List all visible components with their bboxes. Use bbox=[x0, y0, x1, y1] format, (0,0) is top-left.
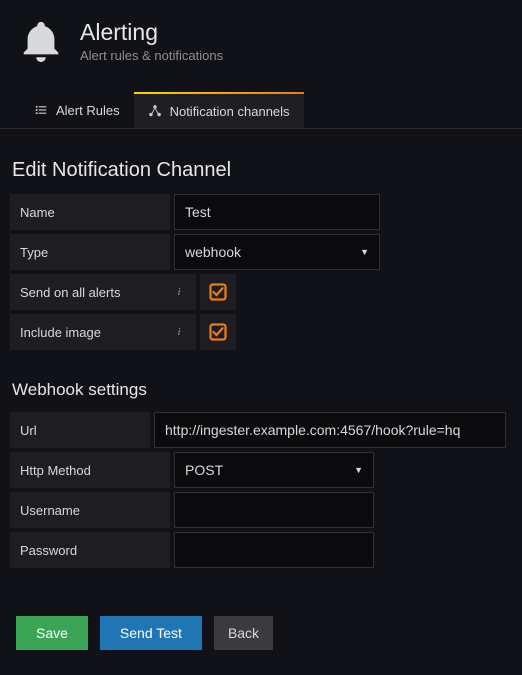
page-header: Alerting Alert rules & notifications bbox=[0, 0, 522, 64]
info-icon[interactable]: i bbox=[172, 285, 186, 299]
password-input[interactable] bbox=[175, 533, 373, 567]
back-button[interactable]: Back bbox=[214, 616, 273, 650]
section-title: Edit Notification Channel bbox=[12, 159, 512, 182]
tab-notification-channels[interactable]: Notification channels bbox=[134, 92, 304, 128]
info-icon[interactable]: i bbox=[172, 325, 186, 339]
send-test-button[interactable]: Send Test bbox=[100, 616, 202, 650]
label-url: Url bbox=[10, 412, 150, 448]
label-type: Type bbox=[10, 234, 170, 270]
type-select[interactable]: webhook bbox=[175, 235, 379, 269]
username-input[interactable] bbox=[175, 493, 373, 527]
check-icon bbox=[209, 283, 227, 301]
label-password: Password bbox=[10, 532, 170, 568]
list-icon bbox=[34, 103, 48, 117]
page-subtitle: Alert rules & notifications bbox=[80, 48, 223, 63]
label-name: Name bbox=[10, 194, 170, 230]
save-button[interactable]: Save bbox=[16, 616, 88, 650]
bell-icon bbox=[18, 18, 64, 64]
label-include-image: Include image i bbox=[10, 314, 196, 350]
url-input[interactable] bbox=[155, 413, 505, 447]
page-title: Alerting bbox=[80, 19, 223, 46]
include-image-checkbox[interactable] bbox=[200, 314, 236, 350]
tab-label: Notification channels bbox=[170, 104, 290, 119]
tab-label: Alert Rules bbox=[56, 103, 120, 118]
name-input[interactable] bbox=[175, 195, 379, 229]
label-http-method: Http Method bbox=[10, 452, 170, 488]
label-username: Username bbox=[10, 492, 170, 528]
tab-alert-rules[interactable]: Alert Rules bbox=[20, 92, 134, 128]
subsection-title: Webhook settings bbox=[12, 380, 512, 400]
share-icon bbox=[148, 104, 162, 118]
tabs: Alert Rules Notification channels bbox=[20, 92, 522, 128]
check-icon bbox=[209, 323, 227, 341]
send-on-all-checkbox[interactable] bbox=[200, 274, 236, 310]
label-send-on-all: Send on all alerts i bbox=[10, 274, 196, 310]
http-method-select[interactable]: POST bbox=[175, 453, 373, 487]
